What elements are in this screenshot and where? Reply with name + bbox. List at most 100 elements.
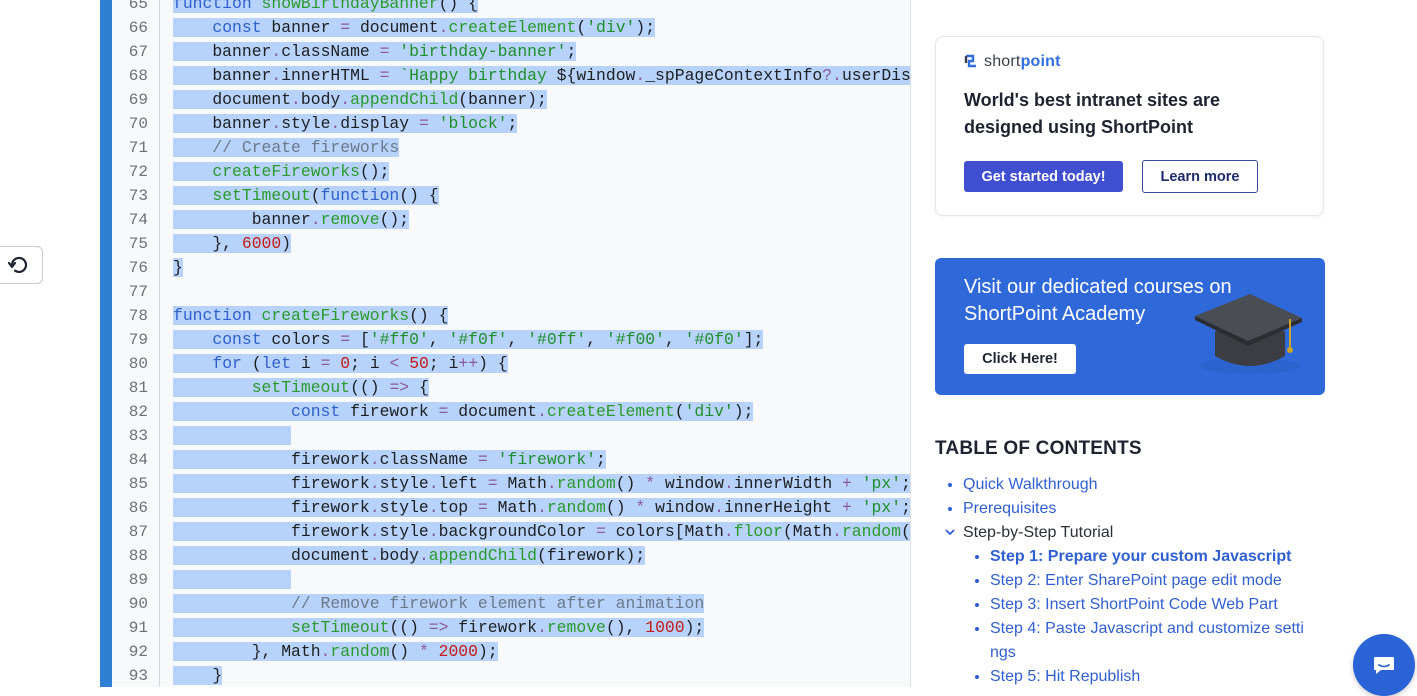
code-token: innerWidth: [733, 474, 842, 493]
line-number: 83: [128, 427, 148, 445]
click-here-button[interactable]: Click Here!: [964, 344, 1076, 374]
toc-item-step-2[interactable]: Step 2: Enter SharePoint page edit mode: [975, 569, 1282, 593]
code-token: createFireworks: [261, 306, 410, 325]
code-text: banner.style.display = 'block';: [173, 112, 518, 136]
code-token: 'div': [586, 18, 636, 37]
line-number: 88: [128, 547, 148, 565]
code-token: .: [369, 546, 380, 565]
code-token: function: [173, 306, 262, 325]
code-token: className: [281, 42, 380, 61]
code-line: 93 }: [112, 664, 910, 687]
code-line: 76}: [112, 256, 910, 280]
shortpoint-promo-card: shortpoint World's best intranet sites a…: [935, 36, 1324, 216]
line-number: 84: [128, 451, 148, 469]
code-token: .: [369, 474, 380, 493]
toc-item-prerequisites[interactable]: Prerequisites: [948, 497, 1056, 521]
code-token: () {: [409, 306, 449, 325]
code-token: banner: [173, 42, 272, 61]
code-token: .: [271, 66, 282, 85]
code-token: 50: [409, 354, 429, 373]
code-token: window: [664, 474, 724, 493]
code-token: innerHTML: [281, 66, 380, 85]
code-token: banner: [173, 114, 272, 133]
code-token: (banner);: [458, 90, 547, 109]
code-token: .: [369, 522, 380, 541]
code-token: style: [379, 522, 429, 541]
code-text: function createFireworks() {: [173, 304, 449, 328]
code-token: {: [418, 378, 429, 397]
code-token: '#0ff': [527, 330, 587, 349]
toc-item-label: Step 3: Insert ShortPoint Code Web Part: [990, 596, 1278, 613]
refresh-icon: [8, 256, 28, 274]
code-token: firework: [173, 522, 370, 541]
line-number: 90: [128, 595, 148, 613]
code-line: 72 createFireworks();: [112, 160, 910, 184]
toc-item-quick-walkthrough[interactable]: Quick Walkthrough: [948, 473, 1098, 497]
line-number: 66: [128, 19, 148, 37]
code-token: =>: [389, 378, 419, 397]
toc-item-step-4[interactable]: Step 4: Paste Javascript and customize s…: [975, 617, 1304, 641]
line-number: 71: [128, 139, 148, 157]
code-token: i: [300, 354, 321, 373]
line-number: 78: [128, 307, 148, 325]
get-started-button[interactable]: Get started today!: [964, 161, 1123, 192]
code-editor[interactable]: 65 function showBirthdayBanner() {66 cons…: [112, 0, 911, 687]
reset-button[interactable]: [0, 246, 43, 284]
code-line: 83: [112, 424, 910, 448]
code-text: createFireworks();: [173, 160, 390, 184]
code-text: banner.remove();: [173, 208, 410, 232]
bullet-icon: [948, 507, 952, 511]
line-number: 72: [128, 163, 148, 181]
code-token: ((): [389, 618, 429, 637]
code-token: .: [271, 42, 282, 61]
code-line: 81 setTimeout(() => {: [112, 376, 910, 400]
code-token: firework: [350, 402, 439, 421]
code-text: firework.className = 'firework';: [173, 448, 606, 472]
code-token: }: [173, 666, 223, 685]
code-token: body: [379, 546, 419, 565]
chat-icon: [1374, 657, 1394, 674]
toc-item-step-5[interactable]: Step 5: Hit Republish: [975, 665, 1140, 689]
code-token: left: [438, 474, 488, 493]
code-token: (): [389, 642, 419, 661]
code-token: =>: [428, 618, 459, 637]
code-token: .: [271, 114, 282, 133]
shortpoint-logo[interactable]: shortpoint: [964, 51, 1061, 73]
code-token: () {: [399, 186, 439, 205]
code-token: remove: [320, 210, 380, 229]
selection-highlight: const firework = document.createElement(…: [173, 402, 754, 421]
code-token: =: [379, 66, 400, 85]
code-token: .: [537, 498, 547, 517]
code-token: ?.: [822, 66, 842, 85]
code-line: 69 document.body.appendChild(banner);: [112, 88, 910, 112]
code-token: firework: [173, 474, 370, 493]
code-token: ();: [379, 210, 410, 229]
toc-item-step-3[interactable]: Step 3: Insert ShortPoint Code Web Part: [975, 593, 1278, 617]
code-token: banner: [173, 210, 311, 229]
code-token: <: [389, 354, 410, 373]
code-line: 75 }, 6000): [112, 232, 910, 256]
code-token: (): [615, 474, 646, 493]
code-token: ;: [507, 114, 518, 133]
code-token: ];: [743, 330, 764, 349]
code-token: );: [684, 618, 705, 637]
academy-banner[interactable]: Visit our dedicated courses on ShortPoin…: [935, 258, 1325, 395]
selection-highlight: for (let i = 0; i < 50; i++) {: [173, 354, 508, 373]
code-token: top: [438, 498, 478, 517]
toc-item-step-by-step[interactable]: Step-by-Step Tutorial: [945, 521, 1113, 545]
code-token: 'div': [684, 402, 734, 421]
selection-highlight: const colors = ['#ff0', '#f0f', '#0ff', …: [173, 330, 764, 349]
code-token: backgroundColor: [438, 522, 596, 541]
code-token: 'px': [861, 498, 902, 517]
selection-highlight: firework.className = 'firework';: [173, 450, 606, 469]
code-line: 92 }, Math.random() * 2000);: [112, 640, 910, 664]
learn-more-button[interactable]: Learn more: [1142, 160, 1258, 193]
toc-item-step-4-wrap[interactable]: ngs: [990, 641, 1016, 665]
toc-item-step-1[interactable]: Step 1: Prepare your custom Javascript: [975, 545, 1291, 569]
line-number: 76: [128, 259, 148, 277]
code-token: 'birthday-banner': [399, 42, 567, 61]
code-text: // Remove firework element after animati…: [173, 592, 705, 616]
